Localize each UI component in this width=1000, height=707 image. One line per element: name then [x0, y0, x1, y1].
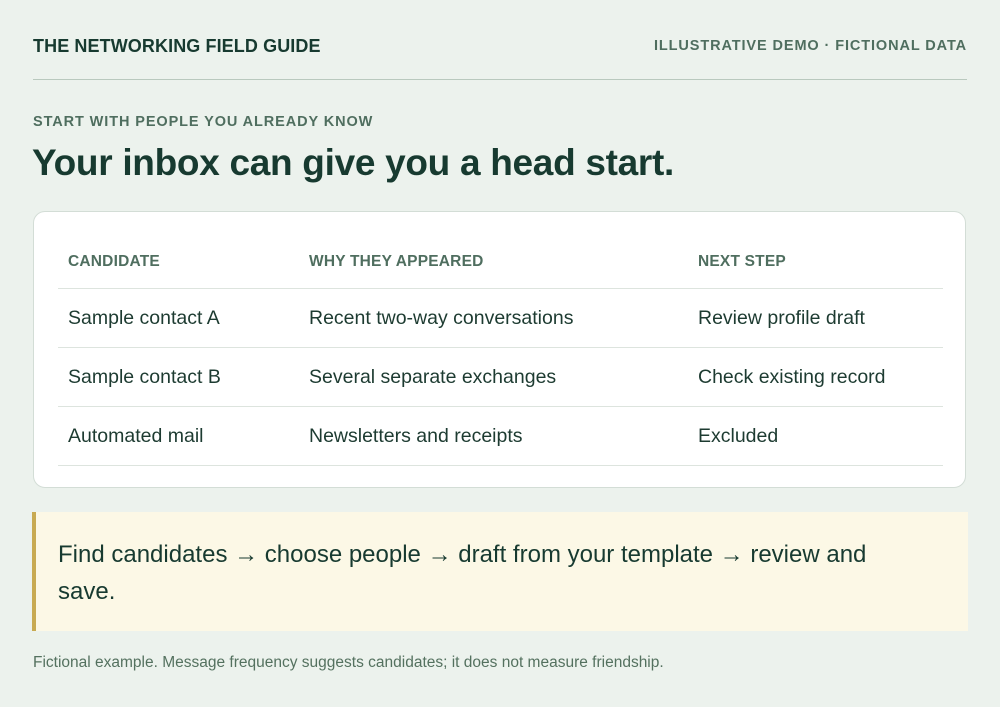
candidates-card: CANDIDATE WHY THEY APPEARED NEXT STEP Sa…	[33, 211, 966, 488]
candidates-table: CANDIDATE WHY THEY APPEARED NEXT STEP Sa…	[58, 236, 943, 466]
table-header-row: CANDIDATE WHY THEY APPEARED NEXT STEP	[58, 236, 943, 289]
reason-cell: Newsletters and receipts	[299, 406, 688, 466]
column-header-why-appeared: WHY THEY APPEARED	[299, 236, 688, 289]
footnote: Fictional example. Message frequency sug…	[33, 654, 664, 671]
column-header-next-step: NEXT STEP	[688, 236, 943, 289]
table-row: Sample contact A Recent two-way conversa…	[58, 288, 943, 348]
table-row: Automated mail Newsletters and receipts …	[58, 406, 943, 466]
page-header: THE NETWORKING FIELD GUIDE ILLUSTRATIVE …	[33, 0, 967, 80]
next-step-cell: Review profile draft	[688, 288, 943, 348]
column-header-candidate: CANDIDATE	[58, 236, 299, 289]
reason-cell: Several separate exchanges	[299, 347, 688, 407]
candidate-cell: Automated mail	[58, 406, 299, 466]
candidate-cell: Sample contact A	[58, 288, 299, 348]
page-headline: Your inbox can give you a head start.	[32, 142, 675, 183]
candidate-cell: Sample contact B	[58, 347, 299, 407]
brand-title: THE NETWORKING FIELD GUIDE	[33, 36, 321, 56]
demo-tagline: ILLUSTRATIVE DEMO · FICTIONAL DATA	[653, 38, 967, 54]
next-step-cell: Check existing record	[688, 347, 943, 407]
reason-cell: Recent two-way conversations	[299, 288, 688, 348]
table-row: Sample contact B Several separate exchan…	[58, 347, 943, 407]
next-step-cell: Excluded	[688, 406, 943, 466]
section-eyebrow: START WITH PEOPLE YOU ALREADY KNOW	[33, 114, 374, 130]
workflow-callout: Find candidates → choose people → draft …	[32, 512, 968, 631]
